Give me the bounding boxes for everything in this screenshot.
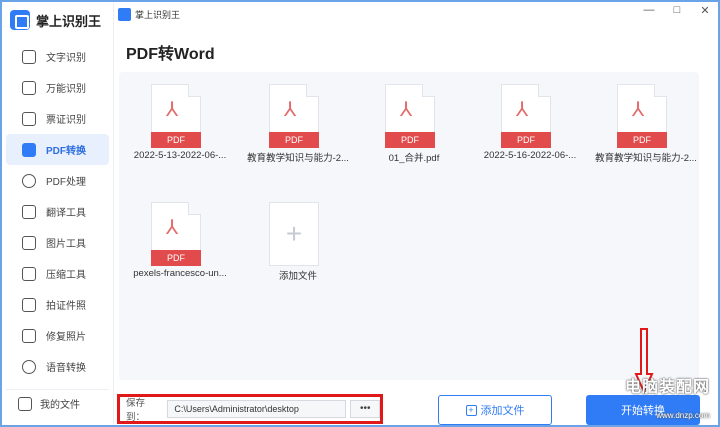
pdf-process-icon (22, 173, 36, 188)
sidebar-item-translate[interactable]: 翻译工具 (6, 196, 109, 227)
sidebar-item-pdf-process[interactable]: PDF处理 (6, 165, 109, 196)
sidebar-item-label: 翻译工具 (46, 208, 86, 219)
app-name: 掌上识别王 (36, 13, 102, 29)
ticket-icon (22, 111, 36, 126)
watermark-text: 电脑装配网 (624, 379, 710, 396)
file-name: 2022-5-13-2022-06-... (133, 150, 227, 161)
pdf-tag: PDF (269, 132, 319, 148)
photo-repair-icon (22, 328, 36, 343)
image-tool-icon (22, 235, 36, 250)
sidebar-item-text-recognition[interactable]: 文字识别 (6, 41, 109, 72)
sidebar-item-label: 图片工具 (46, 239, 86, 250)
app-logo-icon (118, 7, 131, 21)
sidebar-item-label: 语音转换 (46, 363, 86, 374)
add-file-button[interactable]: + 添加文件 (438, 395, 552, 425)
sidebar-item-label: 拍证件照 (46, 301, 86, 312)
sidebar-item-label: 票证识别 (46, 115, 86, 126)
add-file-tile[interactable]: + 添加文件 (243, 202, 353, 322)
pdf-tag: PDF (385, 132, 435, 148)
pdf-file-icon: ⅄ PDF (501, 84, 551, 148)
add-file-label: 添加文件 (278, 271, 317, 282)
plus-icon: + (269, 202, 319, 266)
maximize-button[interactable]: □ (670, 4, 684, 17)
sidebar-item-label: 文字识别 (46, 53, 86, 64)
browse-button[interactable]: ••• (350, 400, 380, 418)
sidebar-nav: 文字识别 万能识别 票证识别 PDF转换 PDF处理 翻译工具 图片工具 压缩工… (2, 41, 113, 382)
sidebar-item-voice-convert[interactable]: 语音转换 (6, 351, 109, 382)
pdf-tag: PDF (151, 250, 201, 266)
page-title: PDF转Word (126, 46, 215, 63)
sidebar-item-label: 修复照片 (46, 332, 86, 343)
my-files-link[interactable]: 我的文件 (6, 389, 109, 417)
file-name: 01_合并.pdf (388, 153, 440, 164)
sidebar-item-label: 万能识别 (46, 84, 86, 95)
my-files-label: 我的文件 (40, 400, 80, 411)
watermark-url: www.dnzp.com (656, 411, 710, 420)
window-title: 掌上识别王 (135, 9, 181, 20)
file-item[interactable]: ⅄ PDF 教育教学知识与能力-2... (591, 84, 701, 204)
voice-convert-icon (22, 359, 36, 374)
pdf-convert-icon (22, 142, 36, 157)
save-path-field[interactable]: C:\Users\Administrator\desktop (167, 400, 347, 418)
sidebar-item-compress[interactable]: 压缩工具 (6, 258, 109, 289)
add-file-button-label: 添加文件 (480, 405, 525, 417)
text-recognition-icon (22, 49, 36, 64)
window-controls: — □ ✕ (642, 4, 712, 17)
pdf-file-icon: ⅄ PDF (385, 84, 435, 148)
sidebar: 掌上识别王 文字识别 万能识别 票证识别 PDF转换 PDF处理 翻译工具 图片… (2, 2, 114, 425)
file-name: 教育教学知识与能力-2... (247, 153, 349, 164)
folder-icon (18, 396, 32, 411)
app-logo-icon (10, 10, 30, 30)
pdf-tag: PDF (151, 132, 201, 148)
file-item[interactable]: ⅄ PDF 2022-5-13-2022-06-... (125, 84, 235, 204)
compress-icon (22, 266, 36, 281)
window-titlebar: 掌上识别王 (114, 2, 718, 26)
file-name: 教育教学知识与能力-2... (595, 153, 697, 164)
sidebar-item-label: 压缩工具 (46, 270, 86, 281)
minimize-button[interactable]: — (642, 4, 656, 17)
file-item[interactable]: ⅄ PDF 2022-5-16-2022-06-... (475, 84, 585, 204)
file-drop-area[interactable]: ⅄ PDF 2022-5-13-2022-06-... ⅄ PDF 教育教学知识与能… (119, 72, 699, 380)
universal-scan-icon (22, 80, 36, 95)
add-file-icon: + (465, 404, 477, 416)
file-name: 2022-5-16-2022-06-... (483, 150, 577, 161)
file-name: pexels-francesco-un... (133, 268, 227, 279)
file-item[interactable]: ⅄ PDF 教育教学知识与能力-2... (243, 84, 353, 204)
pdf-tag: PDF (501, 132, 551, 148)
pdf-file-icon: ⅄ PDF (617, 84, 667, 148)
pdf-file-icon: ⅄ PDF (151, 202, 201, 266)
file-item[interactable]: ⅄ PDF pexels-francesco-un... (125, 202, 235, 322)
pdf-tag: PDF (617, 132, 667, 148)
brand: 掌上识别王 (2, 2, 113, 38)
sidebar-item-universal-recognition[interactable]: 万能识别 (6, 72, 109, 103)
sidebar-item-label: PDF转换 (46, 146, 86, 157)
pdf-file-icon: ⅄ PDF (269, 84, 319, 148)
sidebar-item-image-tools[interactable]: 图片工具 (6, 227, 109, 258)
save-location: 保存到： C:\Users\Administrator\desktop ••• (117, 394, 383, 424)
save-location-label: 保存到： (126, 398, 146, 423)
file-item[interactable]: ⅄ PDF 01_合并.pdf (359, 84, 469, 204)
sidebar-item-pdf-convert[interactable]: PDF转换 (6, 134, 109, 165)
watermark: 电脑装配网 www.dnzp.com (625, 373, 710, 420)
sidebar-item-id-photo[interactable]: 拍证件照 (6, 289, 109, 320)
id-photo-icon (22, 297, 36, 312)
pdf-file-icon: ⅄ PDF (151, 84, 201, 148)
close-button[interactable]: ✕ (698, 4, 712, 17)
translate-icon (22, 204, 36, 219)
sidebar-item-ticket-recognition[interactable]: 票证识别 (6, 103, 109, 134)
sidebar-item-label: PDF处理 (46, 177, 86, 188)
app-window: 掌上识别王 文字识别 万能识别 票证识别 PDF转换 PDF处理 翻译工具 图片… (0, 0, 720, 427)
sidebar-item-photo-repair[interactable]: 修复照片 (6, 320, 109, 351)
